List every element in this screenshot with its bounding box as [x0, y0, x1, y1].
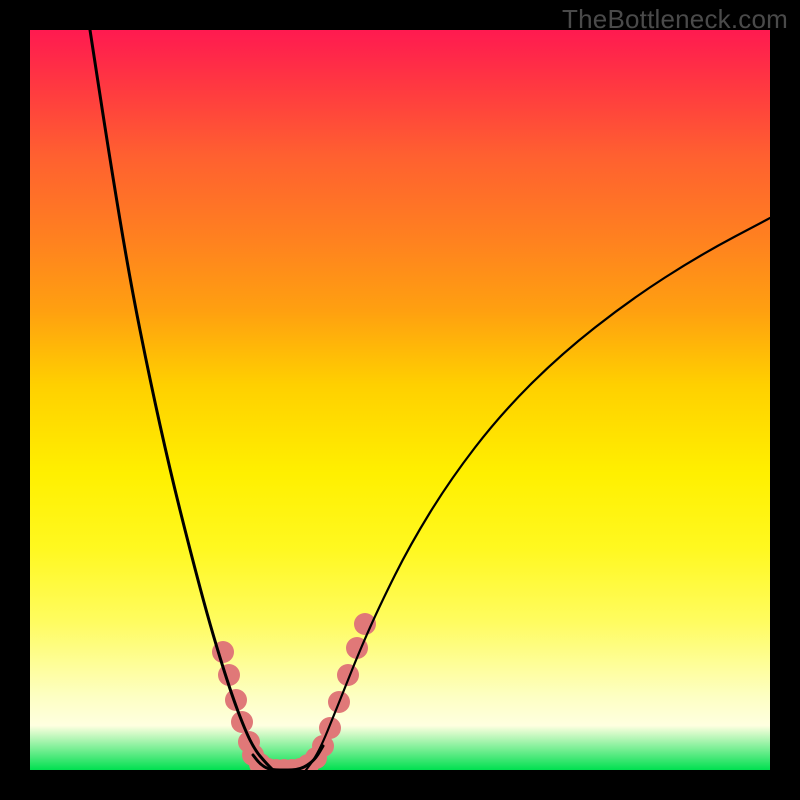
plot-area [30, 30, 770, 770]
curve-left-branch [90, 30, 273, 770]
marker-group [212, 613, 376, 770]
chart-container: TheBottleneck.com [0, 0, 800, 800]
curve-svg [30, 30, 770, 770]
curve-right-branch [306, 218, 770, 770]
highlight-marker [319, 717, 341, 739]
